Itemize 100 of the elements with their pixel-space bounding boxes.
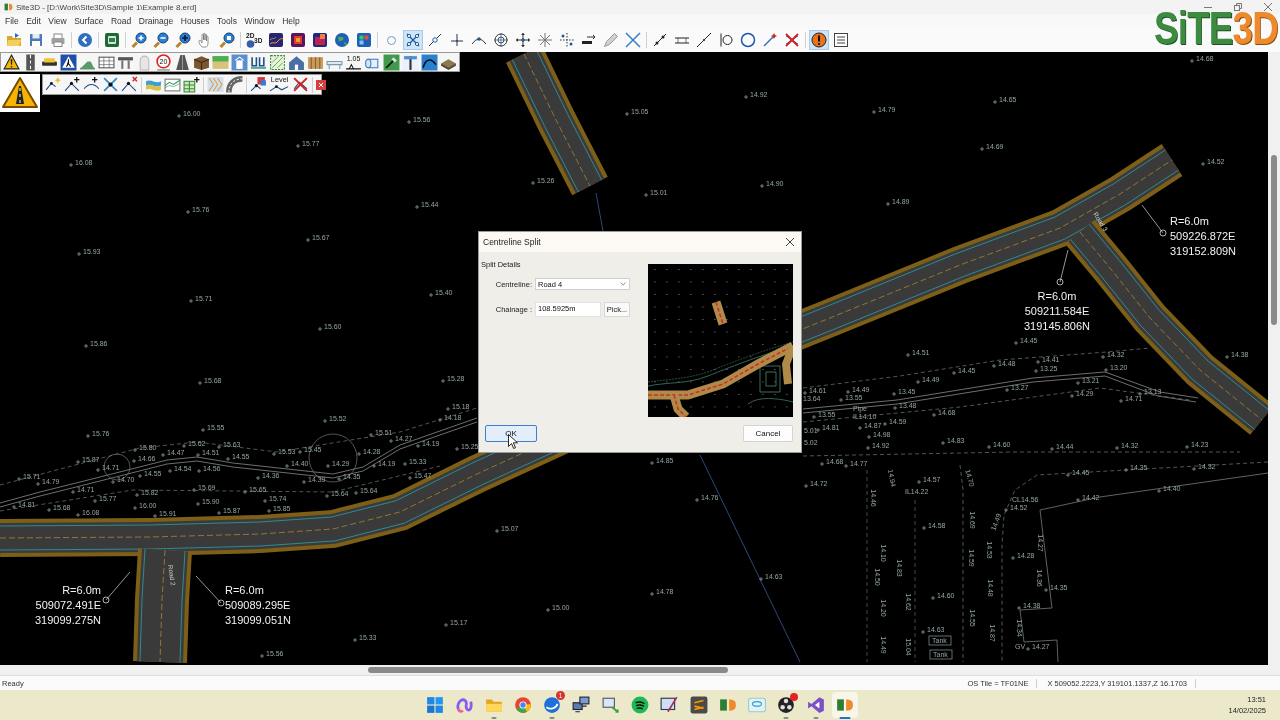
point-marker-icon [406, 119, 412, 125]
point-marker-icon [185, 209, 191, 215]
point-marker-icon [931, 412, 937, 418]
box-section-icon[interactable] [193, 53, 210, 71]
point-marker-icon [803, 483, 809, 489]
tank-outline [929, 649, 953, 660]
point-marker-icon [1191, 466, 1197, 472]
shovel-icon[interactable] [383, 53, 400, 71]
point-marker-icon [131, 458, 137, 464]
table-plus-icon[interactable] [183, 76, 200, 93]
node-arrows-icon[interactable] [102, 76, 119, 93]
pedestrian-crossing-icon[interactable] [60, 53, 77, 71]
menu-item[interactable]: Road [110, 16, 132, 26]
point-marker-icon [216, 510, 222, 516]
point-marker-icon [428, 292, 434, 298]
wall-icon[interactable] [174, 53, 191, 71]
menu-item[interactable]: View [48, 16, 67, 26]
post-icon[interactable] [402, 53, 419, 71]
point-marker-icon [857, 425, 863, 431]
close-icon[interactable] [786, 238, 794, 246]
point-marker-icon [191, 487, 197, 493]
point-marker-icon [262, 498, 268, 504]
excavator-icon[interactable] [421, 53, 438, 71]
cancel-button[interactable]: Cancel [743, 425, 793, 442]
point-marker-icon [843, 463, 849, 469]
point-marker-icon [905, 352, 911, 358]
restore-icon[interactable] [1234, 3, 1242, 11]
point-marker-icon [866, 434, 872, 440]
point-marker-icon [132, 505, 138, 511]
point-marker-icon [694, 497, 700, 503]
scrollbar-thumb[interactable] [368, 667, 728, 673]
menu-item[interactable]: Surface [74, 16, 104, 26]
menu-item[interactable]: File [5, 16, 19, 26]
building-tile-icon[interactable] [231, 53, 248, 71]
point-marker-icon [437, 417, 443, 423]
point-marker-icon [530, 180, 536, 186]
polyline-delete-icon[interactable] [121, 76, 138, 93]
point-marker-icon [1100, 354, 1106, 360]
point-marker-icon [325, 463, 331, 469]
point-marker-icon [75, 512, 81, 518]
point-marker-icon [882, 421, 888, 427]
point-marker-icon [76, 251, 82, 257]
point-marker-icon [992, 99, 998, 105]
node-swatch-icon[interactable] [250, 76, 267, 93]
point-marker-icon [802, 390, 808, 396]
warning-sign-icon[interactable] [3, 53, 20, 71]
leader-line [195, 575, 225, 607]
menu-item[interactable]: Help [282, 16, 300, 26]
point-marker-icon [1013, 340, 1019, 346]
point-marker-icon [1004, 387, 1010, 393]
menu-item[interactable]: Drainage [138, 16, 174, 26]
point-marker-icon [445, 406, 451, 412]
hatch-square-icon[interactable] [269, 53, 286, 71]
scrollbar-thumb[interactable] [1271, 155, 1277, 325]
point-marker-icon [1049, 446, 1055, 452]
point-marker-icon [167, 468, 173, 474]
point-marker-icon [216, 444, 222, 450]
polyline-plus-icon[interactable] [64, 76, 81, 93]
point-marker-icon [195, 452, 201, 458]
ok-button[interactable]: OK [485, 425, 537, 442]
point-marker-icon [322, 418, 328, 424]
point-marker-icon [132, 447, 138, 453]
point-marker-icon [46, 507, 52, 513]
point-marker-icon [196, 468, 202, 474]
point-marker-icon [371, 463, 377, 469]
point-marker-icon [1123, 467, 1129, 473]
point-marker-icon [225, 456, 231, 462]
close-icon[interactable] [316, 79, 327, 90]
minimize-icon[interactable] [1204, 6, 1212, 8]
point-marker-icon [891, 391, 897, 397]
curved-road-icon[interactable] [226, 76, 243, 93]
point-marker-icon [414, 204, 420, 210]
polyline-sparkle-icon[interactable] [45, 76, 62, 93]
leader-line [1056, 249, 1069, 286]
point-marker-icon [649, 460, 655, 466]
warning-sign-icon[interactable] [0, 74, 40, 112]
vertical-scrollbar[interactable] [1268, 52, 1280, 665]
point-marker-icon [758, 576, 764, 582]
point-marker-icon [1200, 161, 1206, 167]
radius-label: R=6.0m 509226.872E 319152.809N [1170, 215, 1237, 257]
point-marker-icon [811, 414, 817, 420]
point-marker-icon [1010, 555, 1016, 561]
point-marker-icon [1075, 497, 1081, 503]
menu-item[interactable]: Edit [26, 16, 41, 26]
menu-item[interactable]: Window [244, 16, 275, 26]
point-marker-icon [1033, 368, 1039, 374]
point-marker-icon [916, 479, 922, 485]
point-marker-icon [368, 432, 374, 438]
point-marker-icon [92, 498, 98, 504]
point-marker-icon [1118, 398, 1124, 404]
point-marker-icon [181, 443, 187, 449]
point-marker-icon [415, 443, 421, 449]
point-marker-icon [68, 162, 74, 168]
house-icon[interactable] [288, 53, 305, 71]
grass-tile-icon[interactable] [212, 53, 229, 71]
cross-out-icon[interactable] [292, 76, 310, 93]
point-marker-icon [75, 459, 81, 465]
menu-item[interactable]: Tools [217, 16, 237, 26]
point-marker-icon [1025, 646, 1031, 652]
menu-item[interactable]: Houses [180, 16, 210, 26]
